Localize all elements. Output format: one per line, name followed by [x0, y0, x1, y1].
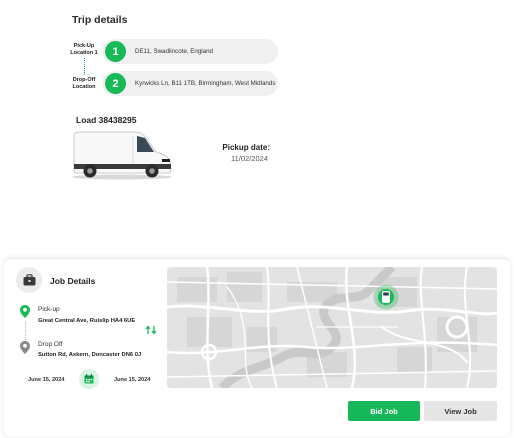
swap-arrows-icon[interactable]: [145, 325, 157, 335]
route-connector: [25, 322, 26, 342]
pickup-location-address: DE11, Swadlincote, England: [135, 48, 213, 55]
trip-details-title: Trip details: [72, 14, 128, 26]
dropoff-location-label: Drop-Off Location: [72, 77, 96, 90]
route-map[interactable]: [167, 267, 497, 388]
load-number: Load 38438295: [76, 115, 137, 125]
dropoff-location-address: Kyrwicks Ln, B11 1TB, Birmingham, West M…: [135, 80, 276, 87]
date-end: June 15, 2024: [114, 377, 151, 383]
location-number-1: 1: [105, 41, 126, 62]
pickup-location-label: Pick-Up Location 1: [70, 43, 98, 56]
pickup-pin-icon: [20, 305, 30, 318]
pickup-address: Great Central Ave, Ruislip HA4 6UE: [38, 318, 136, 324]
van-image: [72, 131, 172, 180]
dropoff-label: Drop Off: [38, 341, 63, 348]
pickup-location-pill: 1 DE11, Swadlincote, England: [102, 39, 278, 64]
dropoff-pin-icon: [20, 341, 30, 354]
pickup-date-value: 11/02/2024: [231, 154, 268, 163]
pickup-date-label: Pickup date:: [222, 143, 270, 152]
pickup-label: Pick-up: [38, 306, 60, 313]
bid-job-button[interactable]: Bid Job: [348, 401, 420, 421]
dropoff-location-pill: 2 Kyrwicks Ln, B11 1TB, Birmingham, West…: [102, 71, 278, 96]
dropoff-address: Sutton Rd, Askern, Doncaster DN6 0J: [38, 352, 142, 358]
briefcase-icon: [16, 267, 42, 293]
van-marker-icon[interactable]: [373, 284, 399, 310]
location-number-2: 2: [105, 73, 126, 94]
calendar-icon: [79, 369, 99, 389]
location-connector: [84, 58, 85, 75]
view-job-button[interactable]: View Job: [424, 401, 497, 421]
date-start: June 15, 2024: [28, 377, 65, 383]
job-details-card: Job Details Pick-up Great Central Ave, R…: [4, 258, 510, 436]
job-details-title: Job Details: [50, 276, 96, 286]
trip-details-card: Trip details Pick-Up Location 1 1 DE11, …: [62, 0, 284, 180]
